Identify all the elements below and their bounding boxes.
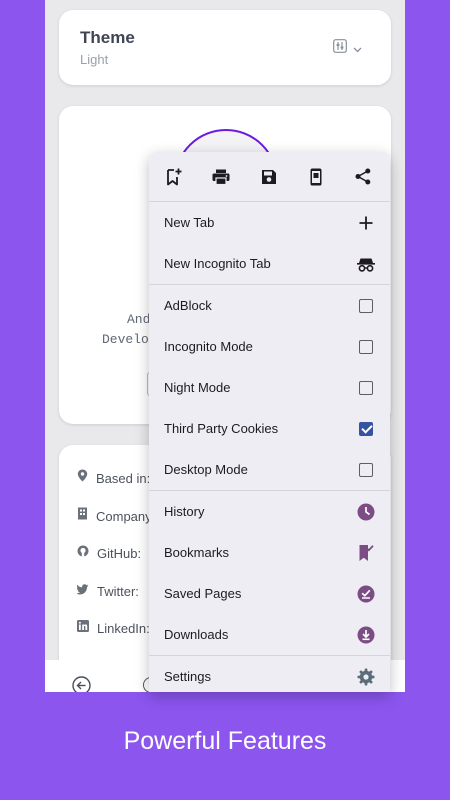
downloads-label: Downloads xyxy=(164,627,229,642)
profile-role-line-1: And xyxy=(127,312,151,327)
back-arrow-icon[interactable] xyxy=(72,676,91,692)
new-tab-label: New Tab xyxy=(164,215,215,230)
library-section: History Bookmarks Saved Pages Downloads xyxy=(149,491,390,656)
linkedin-label: LinkedIn: xyxy=(97,620,150,636)
menu-item-desktop-mode[interactable]: Desktop Mode xyxy=(149,449,390,490)
third-party-cookies-label: Third Party Cookies xyxy=(164,421,279,436)
promo-caption: Powerful Features xyxy=(123,727,327,755)
theme-setting-card[interactable]: Theme Light xyxy=(59,10,391,85)
gear-icon xyxy=(356,667,376,687)
menu-toolbar xyxy=(149,152,390,202)
bookmark-add-icon[interactable] xyxy=(161,164,187,190)
bookmarks-label: Bookmarks xyxy=(164,545,230,560)
location-pin-icon xyxy=(77,469,88,487)
incognito-icon xyxy=(356,254,376,274)
menu-item-third-party-cookies[interactable]: Third Party Cookies xyxy=(149,408,390,449)
profile-role-line-2: Develo xyxy=(102,332,149,347)
desktop-mode-label: Desktop Mode xyxy=(164,462,248,477)
settings-section: Settings xyxy=(149,656,390,692)
tune-icon xyxy=(333,39,347,58)
history-label: History xyxy=(164,504,205,519)
saved-check-icon xyxy=(356,584,376,604)
theme-title: Theme xyxy=(80,28,135,47)
menu-item-new-incognito-tab[interactable]: New Incognito Tab xyxy=(149,243,390,284)
adblock-label: AdBlock xyxy=(164,298,212,313)
theme-value: Light xyxy=(80,52,109,67)
chevron-down-icon xyxy=(353,40,362,58)
twitter-icon xyxy=(76,582,89,600)
plus-icon xyxy=(356,213,376,233)
bookmark-check-icon xyxy=(356,543,376,563)
saved-pages-label: Saved Pages xyxy=(164,586,242,601)
linkedin-row: LinkedIn: xyxy=(77,619,150,637)
night-mode-label: Night Mode xyxy=(164,380,231,395)
save-icon[interactable] xyxy=(256,164,282,190)
menu-item-new-tab[interactable]: New Tab xyxy=(149,202,390,243)
phone-icon[interactable] xyxy=(303,164,329,190)
menu-item-saved-pages[interactable]: Saved Pages xyxy=(149,573,390,614)
third-party-cookies-checkbox[interactable] xyxy=(359,421,373,436)
linkedin-icon xyxy=(77,619,89,637)
adblock-checkbox[interactable] xyxy=(359,298,373,313)
menu-item-incognito-mode[interactable]: Incognito Mode xyxy=(149,326,390,367)
share-icon[interactable] xyxy=(350,164,376,190)
company-row: Company xyxy=(77,507,152,525)
based-in-label: Based in: xyxy=(96,470,151,486)
github-row: GitHub: xyxy=(77,544,141,562)
download-icon xyxy=(356,625,376,645)
night-mode-checkbox[interactable] xyxy=(359,380,373,395)
toggles-section: AdBlock Incognito Mode Night Mode Third … xyxy=(149,285,390,491)
based-in-row: Based in: xyxy=(77,469,150,487)
settings-label: Settings xyxy=(164,669,211,684)
menu-item-downloads[interactable]: Downloads xyxy=(149,614,390,655)
browser-overflow-menu: New Tab New Incognito Tab AdBlock Incogn… xyxy=(149,152,390,692)
menu-item-night-mode[interactable]: Night Mode xyxy=(149,367,390,408)
theme-dropdown[interactable] xyxy=(333,39,362,58)
desktop-mode-checkbox[interactable] xyxy=(359,462,373,477)
menu-item-adblock[interactable]: AdBlock xyxy=(149,285,390,326)
twitter-row: Twitter: xyxy=(76,582,139,600)
company-label: Company xyxy=(96,508,152,524)
menu-item-settings[interactable]: Settings xyxy=(149,656,390,692)
history-icon xyxy=(356,502,376,522)
new-incognito-tab-label: New Incognito Tab xyxy=(164,256,271,271)
incognito-mode-label: Incognito Mode xyxy=(164,339,253,354)
tabs-section: New Tab New Incognito Tab xyxy=(149,202,390,285)
twitter-label: Twitter: xyxy=(97,583,139,599)
print-icon[interactable] xyxy=(208,164,234,190)
menu-item-history[interactable]: History xyxy=(149,491,390,532)
incognito-mode-checkbox[interactable] xyxy=(359,339,373,354)
building-icon xyxy=(77,507,88,525)
menu-item-bookmarks[interactable]: Bookmarks xyxy=(149,532,390,573)
github-icon xyxy=(77,544,89,562)
github-label: GitHub: xyxy=(97,545,142,561)
